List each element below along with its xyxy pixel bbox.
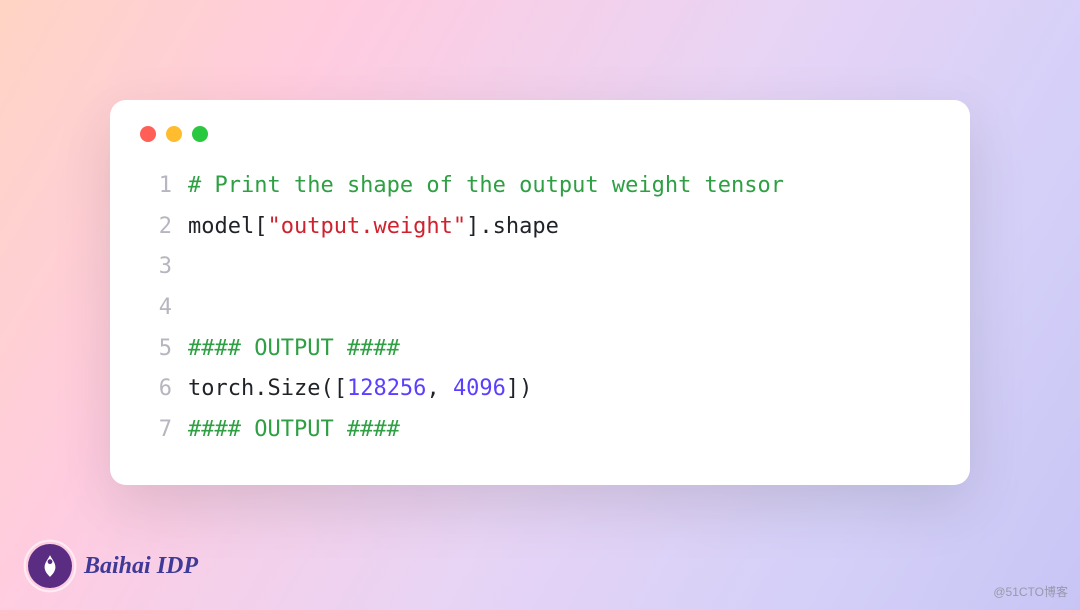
window-minimize-icon	[166, 126, 182, 142]
code-area: 1 # Print the shape of the output weight …	[140, 166, 940, 451]
code-line: 1 # Print the shape of the output weight …	[140, 166, 940, 207]
code-token: ,	[426, 376, 453, 401]
line-number: 2	[140, 207, 172, 248]
code-token: model[	[188, 214, 267, 239]
line-number: 5	[140, 329, 172, 370]
brand-block: Baihai IDP	[28, 544, 198, 588]
code-token: #### OUTPUT ####	[188, 417, 400, 442]
code-content	[188, 288, 201, 329]
line-number: 7	[140, 410, 172, 451]
code-token	[188, 295, 201, 320]
code-token: 128256	[347, 376, 426, 401]
code-line: 7 #### OUTPUT ####	[140, 410, 940, 451]
code-line: 4	[140, 288, 940, 329]
code-token: "output.weight"	[267, 214, 466, 239]
code-token: ])	[506, 376, 533, 401]
line-number: 3	[140, 247, 172, 288]
code-content: # Print the shape of the output weight t…	[188, 166, 784, 207]
brand-logo-icon	[28, 544, 72, 588]
code-token	[188, 254, 201, 279]
code-token: # Print the shape of the output weight t…	[188, 173, 784, 198]
code-line: 5 #### OUTPUT ####	[140, 329, 940, 370]
line-number: 1	[140, 166, 172, 207]
window-zoom-icon	[192, 126, 208, 142]
code-line: 3	[140, 247, 940, 288]
line-number: 6	[140, 369, 172, 410]
code-token: 4096	[453, 376, 506, 401]
traffic-lights	[140, 126, 940, 142]
code-line: 2 model["output.weight"].shape	[140, 207, 940, 248]
brand-name: Baihai IDP	[84, 553, 198, 580]
line-number: 4	[140, 288, 172, 329]
watermark-text: @51CTO博客	[993, 583, 1068, 600]
code-token: #### OUTPUT ####	[188, 336, 400, 361]
code-content: torch.Size([128256, 4096])	[188, 369, 532, 410]
code-content: #### OUTPUT ####	[188, 410, 400, 451]
code-token: torch.Size([	[188, 376, 347, 401]
code-card: 1 # Print the shape of the output weight …	[110, 100, 970, 485]
code-content: model["output.weight"].shape	[188, 207, 559, 248]
code-token: ].shape	[466, 214, 559, 239]
code-content	[188, 247, 201, 288]
window-close-icon	[140, 126, 156, 142]
code-content: #### OUTPUT ####	[188, 329, 400, 370]
code-line: 6 torch.Size([128256, 4096])	[140, 369, 940, 410]
